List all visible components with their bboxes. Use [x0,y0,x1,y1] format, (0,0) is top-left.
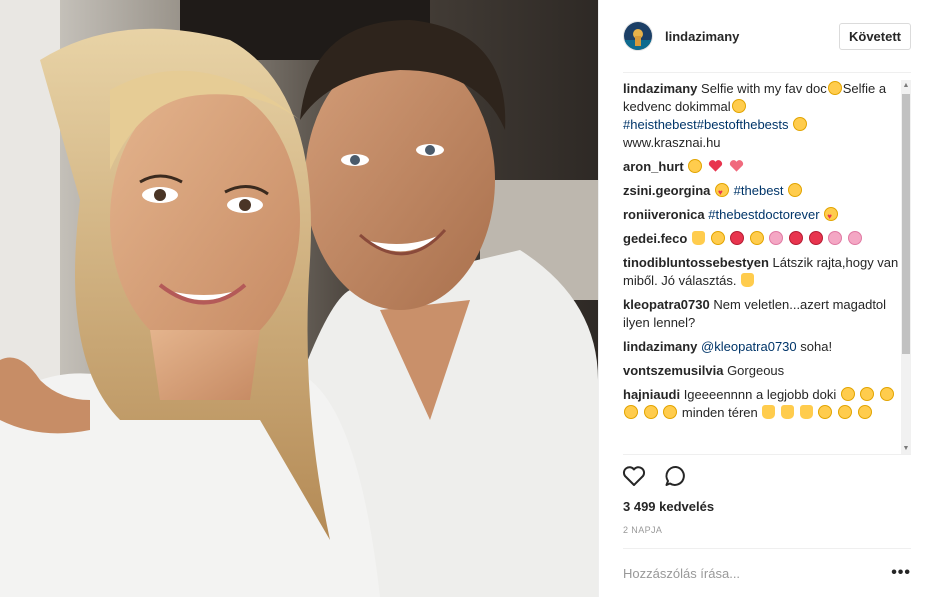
smiling-face-emoji-icon [788,183,803,197]
heart-emoji-icon [729,160,743,172]
selfie-image [0,0,598,597]
smiling-face-emoji-icon [837,405,852,419]
caption-comment: lindazimany Selfie with my fav doc Selfie… [623,80,911,152]
comment-item: zsini.georgina #thebest [623,182,911,202]
hibiscus-emoji-icon [847,231,862,245]
comment-username[interactable]: hajniaudi [623,387,680,402]
post-photo[interactable] [0,0,598,597]
post-author-username[interactable]: lindazimany [665,29,839,44]
sparkle-emoji-icon [789,231,804,245]
heart-eyes-emoji-icon [715,183,730,202]
smiling-face-emoji-icon [663,405,678,419]
hashtag-link[interactable]: #thebest [734,183,784,198]
thumbs-up-emoji-icon [741,273,755,287]
smiling-face-emoji-icon [643,405,658,419]
comment-item: lindazimany @kleopatra0730 soha! [623,338,911,356]
hashtag-link[interactable]: #thebestdoctorever [708,207,819,222]
avatar-image [624,22,652,50]
comments-scrollbar[interactable]: ▲ ▼ [901,80,911,454]
comment-item: aron_hurt [623,158,911,176]
heart-eyes-emoji-icon [824,207,839,226]
more-options-icon[interactable]: ••• [891,564,911,582]
grinning-face-emoji-icon [749,231,764,245]
smiling-face-emoji-icon [860,387,875,401]
speech-bubble-icon[interactable] [663,463,689,489]
smiling-face-emoji-icon [793,117,808,131]
comment-input[interactable] [623,565,892,581]
avatar[interactable] [623,21,653,51]
smiling-face-emoji-icon [688,159,703,173]
tulip-emoji-icon [808,231,823,245]
post-modal: lindazimany Követett lindazimany Selfie … [0,0,933,597]
smiling-face-emoji-icon [840,387,855,401]
hashtag-link[interactable]: #bestofthebests [697,117,789,132]
comment-item: kleopatra0730 Nem veletlen...azert magad… [623,296,911,332]
comment-username[interactable]: aron_hurt [623,159,684,174]
comment-username[interactable]: zsini.georgina [623,183,710,198]
comment-item: gedei.feco [623,230,911,248]
post-actions [621,463,689,489]
smiling-face-emoji-icon [818,405,833,419]
smiling-face-emoji-icon [880,387,895,401]
smiling-face-emoji-icon [710,231,725,245]
add-comment-section: ••• [623,548,911,597]
scroll-down-arrow-icon[interactable]: ▼ [902,445,910,453]
blossom-emoji-icon [769,231,784,245]
following-button[interactable]: Követett [838,22,911,50]
post-timestamp[interactable]: 2 NAPJA [623,525,662,535]
scrollbar-thumb[interactable] [902,94,910,354]
comment-text: minden téren [681,405,758,420]
post-header: lindazimany Követett [623,0,911,73]
comment-username[interactable]: lindazimany [623,339,697,354]
comment-username[interactable]: kleopatra0730 [623,297,710,312]
comments-list[interactable]: lindazimany Selfie with my fav doc Selfie… [623,80,911,455]
mention-link[interactable]: @kleopatra0730 [701,339,797,354]
thumbs-up-emoji-icon [691,231,705,245]
thumbs-up-emoji-icon [762,405,776,419]
smiling-face-emoji-icon [827,81,842,95]
comment-username[interactable]: gedei.feco [623,231,687,246]
comment-item: hajniaudi Igeeeennnn a legjobb doki mind… [623,386,911,422]
thumbs-up-emoji-icon [781,405,795,419]
blossom-emoji-icon [828,231,843,245]
rose-emoji-icon [730,231,745,245]
hashtag-link[interactable]: #heisthebest [623,117,697,132]
comment-item: tinodibluntossebestyen Látszik rajta,hog… [623,254,911,290]
comment-username[interactable]: vontszemusilvia [623,363,723,378]
smiling-face-emoji-icon [857,405,872,419]
heart-outline-icon[interactable] [621,463,647,489]
comment-username[interactable]: tinodibluntossebestyen [623,255,769,270]
comment-text: Gorgeous [727,363,785,378]
smiling-face-emoji-icon [624,405,638,419]
scroll-up-arrow-icon[interactable]: ▲ [902,82,910,90]
comment-username[interactable]: roniiveronica [623,207,705,222]
comment-text: Selfie with my fav doc [701,81,827,96]
smiling-face-emoji-icon [731,99,746,113]
post-side-panel: lindazimany Követett lindazimany Selfie … [598,0,933,597]
likes-count[interactable]: 3 499 kedvelés [623,499,714,514]
heart-emoji-icon [708,160,723,172]
comment-text: www.krasznai.hu [623,135,721,150]
comment-text: Igeeeennnn a legjobb doki [683,387,837,402]
comment-text: soha! [796,339,833,354]
comment-item: vontszemusilvia Gorgeous [623,362,911,380]
comment-item: roniiveronica #thebestdoctorever [623,206,911,226]
thumbs-up-emoji-icon [799,405,813,419]
comment-username[interactable]: lindazimany [623,81,697,96]
